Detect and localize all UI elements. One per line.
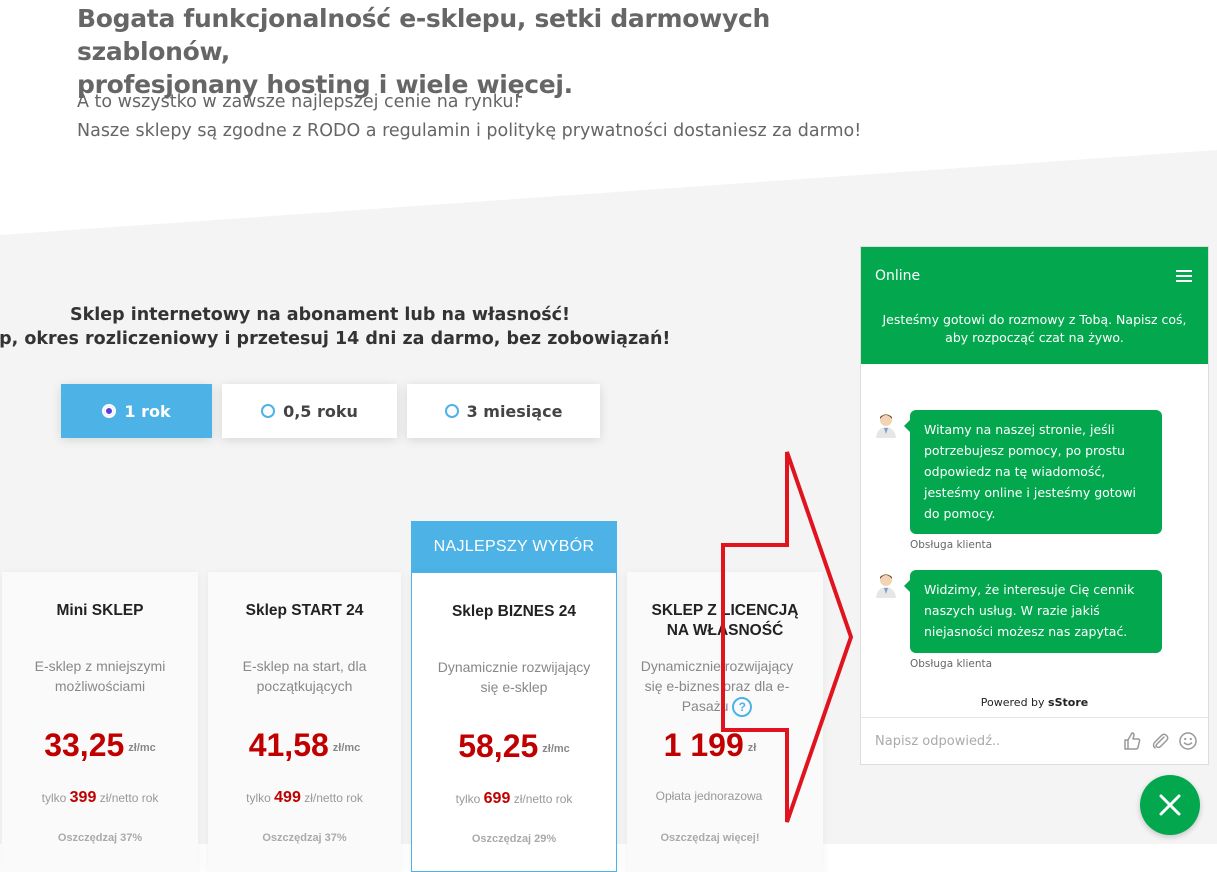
message-author: Obsługa klienta bbox=[910, 539, 993, 551]
chat-status: Online bbox=[875, 268, 921, 284]
live-chat-widget: Online Jesteśmy gotowi do rozmowy z Tobą… bbox=[860, 246, 1209, 765]
chat-close-button[interactable] bbox=[1140, 775, 1200, 835]
page: Bogata funkcjonalność e-sklepu, setki da… bbox=[0, 0, 1217, 872]
chat-header: Online Jesteśmy gotowi do rozmowy z Tobą… bbox=[861, 247, 1208, 364]
chat-bubble: Widzimy, że interesuje Cię cennik naszyc… bbox=[904, 570, 1162, 653]
agent-avatar-icon bbox=[876, 574, 896, 598]
agent-avatar-icon bbox=[876, 414, 896, 438]
chat-bubble: Witamy na naszej stronie, jeśli potrzebu… bbox=[904, 410, 1162, 534]
chat-actions bbox=[1122, 731, 1198, 751]
powered-prefix: Powered by bbox=[980, 696, 1045, 709]
smiley-icon[interactable] bbox=[1178, 731, 1198, 751]
chat-message-input[interactable]: Napisz odpowiedź.. bbox=[875, 734, 1000, 749]
powered-brand[interactable]: sStore bbox=[1048, 696, 1088, 709]
message-author: Obsługa klienta bbox=[910, 658, 993, 670]
close-icon bbox=[1159, 794, 1181, 816]
chat-intro-text: Jesteśmy gotowi do rozmowy z Tobą. Napis… bbox=[882, 312, 1187, 345]
powered-by: Powered by sStore bbox=[861, 696, 1208, 709]
paperclip-icon[interactable] bbox=[1150, 731, 1170, 751]
hamburger-menu-icon[interactable] bbox=[1176, 270, 1192, 282]
chat-input-row: Napisz odpowiedź.. bbox=[861, 717, 1208, 765]
thumbs-up-icon[interactable] bbox=[1122, 731, 1142, 751]
